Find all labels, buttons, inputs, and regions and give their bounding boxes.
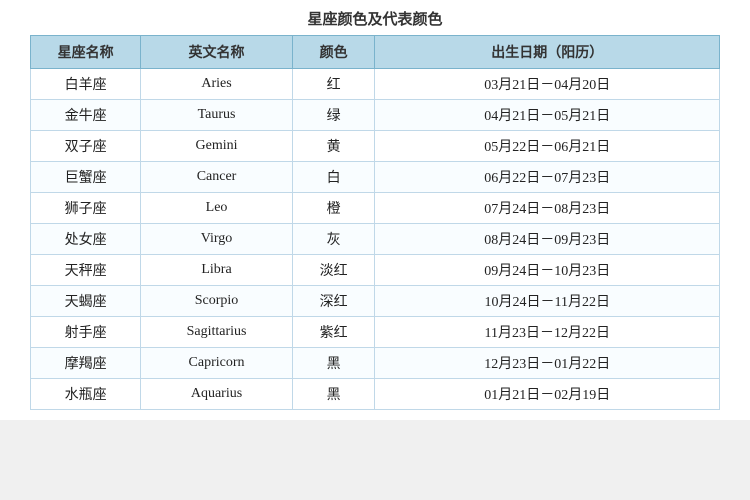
cell-en-name: Virgo xyxy=(141,224,293,255)
table-row: 天蝎座Scorpio深红10月24日－11月22日 xyxy=(31,286,720,317)
cell-color: 红 xyxy=(292,69,375,100)
table-row: 射手座Sagittarius紫红11月23日－12月22日 xyxy=(31,317,720,348)
header-en-name: 英文名称 xyxy=(141,36,293,69)
table-body: 白羊座Aries红03月21日－04月20日金牛座Taurus绿04月21日－0… xyxy=(31,69,720,410)
cell-en-name: Gemini xyxy=(141,131,293,162)
cell-zh-name: 天秤座 xyxy=(31,255,141,286)
cell-zh-name: 双子座 xyxy=(31,131,141,162)
table-row: 白羊座Aries红03月21日－04月20日 xyxy=(31,69,720,100)
cell-date: 04月21日－05月21日 xyxy=(375,100,720,131)
cell-color: 灰 xyxy=(292,224,375,255)
cell-en-name: Cancer xyxy=(141,162,293,193)
cell-en-name: Taurus xyxy=(141,100,293,131)
header-birth-date: 出生日期（阳历） xyxy=(375,36,720,69)
table-header-row: 星座名称 英文名称 颜色 出生日期（阳历） xyxy=(31,36,720,69)
page-wrapper: 星座颜色及代表颜色 星座名称 英文名称 颜色 出生日期（阳历） 白羊座Aries… xyxy=(0,0,750,420)
cell-date: 10月24日－11月22日 xyxy=(375,286,720,317)
cell-date: 12月23日－01月22日 xyxy=(375,348,720,379)
cell-zh-name: 狮子座 xyxy=(31,193,141,224)
cell-zh-name: 水瓶座 xyxy=(31,379,141,410)
cell-zh-name: 摩羯座 xyxy=(31,348,141,379)
cell-date: 08月24日－09月23日 xyxy=(375,224,720,255)
cell-color: 黄 xyxy=(292,131,375,162)
cell-en-name: Aries xyxy=(141,69,293,100)
table-row: 水瓶座Aquarius黑01月21日－02月19日 xyxy=(31,379,720,410)
cell-color: 深红 xyxy=(292,286,375,317)
cell-date: 03月21日－04月20日 xyxy=(375,69,720,100)
cell-zh-name: 白羊座 xyxy=(31,69,141,100)
table-row: 狮子座Leo橙07月24日－08月23日 xyxy=(31,193,720,224)
cell-en-name: Leo xyxy=(141,193,293,224)
cell-zh-name: 天蝎座 xyxy=(31,286,141,317)
cell-color: 橙 xyxy=(292,193,375,224)
cell-color: 黑 xyxy=(292,348,375,379)
header-color: 颜色 xyxy=(292,36,375,69)
table-row: 金牛座Taurus绿04月21日－05月21日 xyxy=(31,100,720,131)
cell-date: 11月23日－12月22日 xyxy=(375,317,720,348)
cell-date: 01月21日－02月19日 xyxy=(375,379,720,410)
cell-en-name: Sagittarius xyxy=(141,317,293,348)
cell-color: 绿 xyxy=(292,100,375,131)
header-zh-name: 星座名称 xyxy=(31,36,141,69)
cell-en-name: Libra xyxy=(141,255,293,286)
cell-date: 09月24日－10月23日 xyxy=(375,255,720,286)
cell-date: 05月22日－06月21日 xyxy=(375,131,720,162)
cell-color: 紫红 xyxy=(292,317,375,348)
cell-en-name: Aquarius xyxy=(141,379,293,410)
cell-en-name: Scorpio xyxy=(141,286,293,317)
table-row: 双子座Gemini黄05月22日－06月21日 xyxy=(31,131,720,162)
table-row: 摩羯座Capricorn黑12月23日－01月22日 xyxy=(31,348,720,379)
cell-en-name: Capricorn xyxy=(141,348,293,379)
cell-date: 07月24日－08月23日 xyxy=(375,193,720,224)
cell-color: 淡红 xyxy=(292,255,375,286)
cell-zh-name: 处女座 xyxy=(31,224,141,255)
zodiac-table: 星座名称 英文名称 颜色 出生日期（阳历） 白羊座Aries红03月21日－04… xyxy=(30,35,720,410)
cell-color: 白 xyxy=(292,162,375,193)
cell-date: 06月22日－07月23日 xyxy=(375,162,720,193)
cell-color: 黑 xyxy=(292,379,375,410)
table-row: 天秤座Libra淡红09月24日－10月23日 xyxy=(31,255,720,286)
table-row: 巨蟹座Cancer白06月22日－07月23日 xyxy=(31,162,720,193)
cell-zh-name: 巨蟹座 xyxy=(31,162,141,193)
page-title: 星座颜色及代表颜色 xyxy=(30,8,720,29)
cell-zh-name: 射手座 xyxy=(31,317,141,348)
cell-zh-name: 金牛座 xyxy=(31,100,141,131)
table-row: 处女座Virgo灰08月24日－09月23日 xyxy=(31,224,720,255)
